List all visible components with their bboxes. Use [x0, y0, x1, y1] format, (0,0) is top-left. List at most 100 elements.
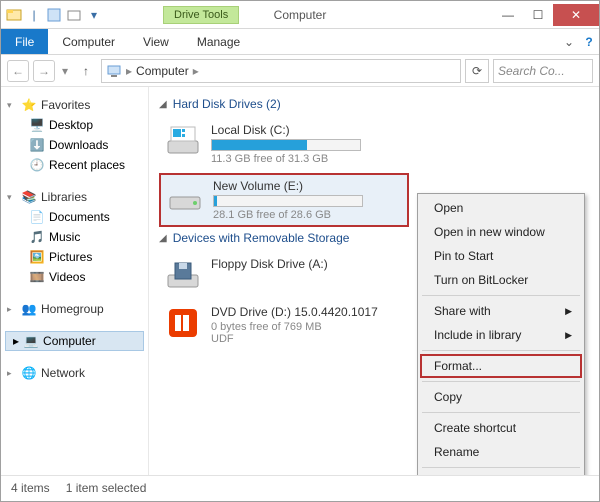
forward-button[interactable]: →	[33, 60, 55, 82]
menu-rename[interactable]: Rename	[420, 440, 582, 464]
status-selected-count: 1 item selected	[66, 481, 147, 495]
nav-header-favorites[interactable]: ▾ ⭐ Favorites	[5, 95, 144, 115]
nav-item-documents[interactable]: 📄Documents	[5, 207, 144, 227]
help-icon[interactable]: ?	[579, 29, 599, 54]
maximize-button[interactable]: ☐	[523, 4, 553, 26]
menu-copy[interactable]: Copy	[420, 385, 582, 409]
nav-item-pictures[interactable]: 🖼️Pictures	[5, 247, 144, 267]
status-item-count: 4 items	[11, 481, 50, 495]
nav-item-desktop[interactable]: 🖥️Desktop	[5, 115, 144, 135]
chevron-down-icon: ◢	[159, 99, 167, 110]
menu-format[interactable]: Format...	[420, 354, 582, 378]
drive-filesystem: UDF	[211, 333, 403, 345]
menu-separator	[422, 467, 580, 468]
window-title: Computer	[274, 8, 327, 22]
nav-group-libraries: ▾ 📚 Libraries 📄Documents 🎵Music 🖼️Pictur…	[5, 187, 144, 287]
chevron-down-icon: ▾	[7, 100, 17, 111]
new-folder-icon[interactable]	[65, 6, 83, 24]
qat-sep-icon: |	[25, 6, 43, 24]
documents-icon: 📄	[29, 209, 45, 225]
libraries-icon: 📚	[21, 189, 37, 205]
history-dropdown-icon[interactable]: ▾	[59, 64, 71, 78]
drive-floppy-a[interactable]: Floppy Disk Drive (A:)	[159, 253, 409, 297]
menu-pin-to-start[interactable]: Pin to Start	[420, 244, 582, 268]
menu-open[interactable]: Open	[420, 196, 582, 220]
hard-drive-icon	[165, 123, 201, 159]
star-icon: ⭐	[21, 97, 37, 113]
nav-group-favorites: ▾ ⭐ Favorites 🖥️Desktop ⬇️Downloads 🕘Rec…	[5, 95, 144, 175]
nav-group-network: ▸ 🌐 Network	[5, 363, 144, 383]
chevron-down-icon: ◢	[159, 233, 167, 244]
chevron-right-icon: ▸	[13, 334, 19, 348]
refresh-button[interactable]: ⟳	[465, 59, 489, 83]
tab-file[interactable]: File	[1, 29, 48, 54]
desktop-icon: 🖥️	[29, 117, 45, 133]
nav-group-computer: ▸ 💻 Computer	[5, 331, 144, 351]
search-input[interactable]: Search Co...	[493, 59, 593, 83]
chevron-right-icon: ▸	[7, 304, 17, 315]
nav-item-downloads[interactable]: ⬇️Downloads	[5, 135, 144, 155]
submenu-arrow-icon: ▶	[565, 306, 572, 317]
nav-header-homegroup[interactable]: ▸ 👥 Homegroup	[5, 299, 144, 319]
contextual-tab-label: Drive Tools	[163, 6, 239, 24]
status-bar: 4 items 1 item selected	[1, 475, 599, 499]
usage-bar	[211, 139, 361, 151]
nav-header-network[interactable]: ▸ 🌐 Network	[5, 363, 144, 383]
breadcrumb-computer[interactable]: Computer	[136, 64, 189, 78]
breadcrumb-sep-icon: ▸	[126, 64, 132, 78]
address-bar: ← → ▾ ↑ ▸ Computer ▸ ⟳ Search Co...	[1, 55, 599, 87]
chevron-right-icon: ▸	[7, 368, 17, 379]
quick-access-toolbar: | ▾	[1, 6, 103, 24]
tab-view[interactable]: View	[129, 29, 183, 54]
drive-free-text: 0 bytes free of 769 MB	[211, 321, 403, 333]
drive-dvd-d[interactable]: DVD Drive (D:) 15.0.4420.1017 0 bytes fr…	[159, 301, 409, 349]
computer-icon	[106, 63, 122, 79]
ribbon-tabs: File Computer View Manage ⌄ ?	[1, 29, 599, 55]
qat-dropdown-icon[interactable]: ▾	[85, 6, 103, 24]
music-icon: 🎵	[29, 229, 45, 245]
floppy-drive-icon	[165, 257, 201, 293]
menu-separator	[422, 412, 580, 413]
properties-icon[interactable]	[45, 6, 63, 24]
drive-new-volume-e[interactable]: New Volume (E:) 28.1 GB free of 28.6 GB	[159, 173, 409, 227]
recent-icon: 🕘	[29, 157, 45, 173]
menu-separator	[422, 350, 580, 351]
tab-computer[interactable]: Computer	[48, 29, 129, 54]
drive-info: DVD Drive (D:) 15.0.4420.1017 0 bytes fr…	[211, 305, 403, 345]
expand-ribbon-icon[interactable]: ⌄	[559, 29, 579, 54]
drive-local-c[interactable]: Local Disk (C:) 11.3 GB free of 31.3 GB	[159, 119, 409, 169]
menu-separator	[422, 381, 580, 382]
nav-group-homegroup: ▸ 👥 Homegroup	[5, 299, 144, 319]
menu-share-with[interactable]: Share with▶	[420, 299, 582, 323]
back-button[interactable]: ←	[7, 60, 29, 82]
menu-bitlocker[interactable]: Turn on BitLocker	[420, 268, 582, 292]
tab-manage[interactable]: Manage	[183, 29, 254, 54]
drive-info: New Volume (E:) 28.1 GB free of 28.6 GB	[213, 179, 401, 221]
submenu-arrow-icon: ▶	[565, 330, 572, 341]
explorer-icon	[5, 6, 23, 24]
nav-item-recent[interactable]: 🕘Recent places	[5, 155, 144, 175]
downloads-icon: ⬇️	[29, 137, 45, 153]
nav-item-videos[interactable]: 🎞️Videos	[5, 267, 144, 287]
menu-create-shortcut[interactable]: Create shortcut	[420, 416, 582, 440]
homegroup-icon: 👥	[21, 301, 37, 317]
drive-free-text: 28.1 GB free of 28.6 GB	[213, 209, 401, 221]
menu-open-new-window[interactable]: Open in new window	[420, 220, 582, 244]
pictures-icon: 🖼️	[29, 249, 45, 265]
up-button[interactable]: ↑	[75, 60, 97, 82]
menu-separator	[422, 295, 580, 296]
section-hard-disk-drives[interactable]: ◢ Hard Disk Drives (2)	[159, 97, 589, 111]
close-button[interactable]: ✕	[553, 4, 599, 26]
nav-header-libraries[interactable]: ▾ 📚 Libraries	[5, 187, 144, 207]
drive-info: Floppy Disk Drive (A:)	[211, 257, 403, 293]
window-buttons: — ☐ ✕	[493, 4, 599, 26]
chevron-down-icon: ▾	[7, 192, 17, 203]
nav-item-music[interactable]: 🎵Music	[5, 227, 144, 247]
breadcrumb[interactable]: ▸ Computer ▸	[101, 59, 461, 83]
dvd-drive-icon	[165, 305, 201, 341]
nav-item-computer[interactable]: ▸ 💻 Computer	[5, 331, 144, 351]
minimize-button[interactable]: —	[493, 4, 523, 26]
title-bar: | ▾ Drive Tools Computer — ☐ ✕	[1, 1, 599, 29]
menu-properties[interactable]: Properties	[420, 471, 582, 475]
menu-include-in-library[interactable]: Include in library▶	[420, 323, 582, 347]
